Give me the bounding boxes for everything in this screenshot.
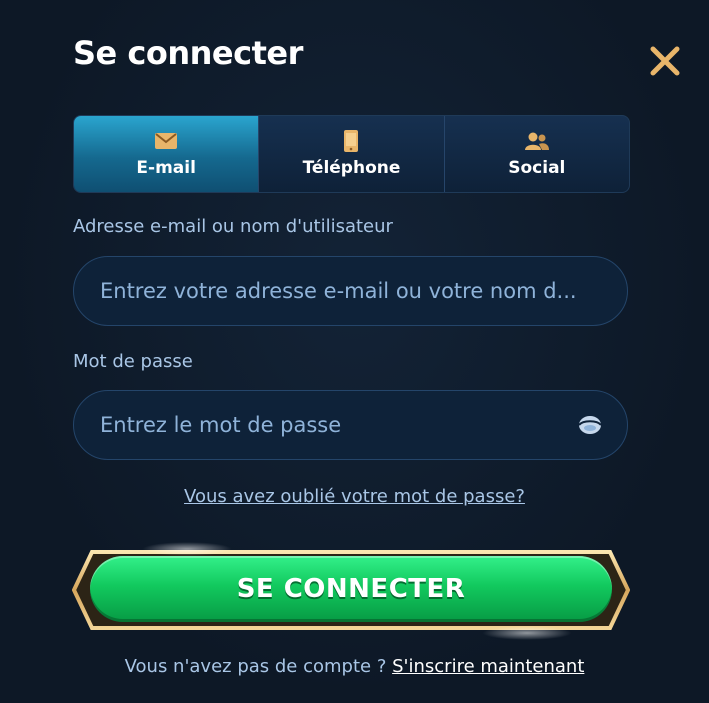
button-sparkle (142, 542, 232, 556)
tab-phone-label: Téléphone (302, 158, 401, 178)
login-button[interactable]: SE CONNECTER (90, 556, 612, 622)
close-icon (650, 46, 680, 76)
email-field-container (73, 256, 628, 326)
tab-email-label: E-mail (136, 158, 196, 178)
phone-icon (343, 130, 359, 152)
tab-social[interactable]: Social (443, 116, 629, 192)
tab-social-label: Social (508, 158, 566, 178)
tab-phone[interactable]: Téléphone (258, 116, 443, 192)
password-field-container (73, 390, 628, 460)
page-title: Se connecter (73, 34, 303, 72)
eye-icon[interactable] (577, 413, 603, 437)
email-label: Adresse e-mail ou nom d'utilisateur (73, 216, 393, 237)
login-method-tabs: E-mail Téléphone Social (73, 115, 630, 193)
email-field[interactable] (98, 278, 603, 304)
signup-prompt: Vous n'avez pas de compte ? S'inscrire m… (0, 656, 709, 677)
tab-email[interactable]: E-mail (74, 116, 259, 192)
password-field[interactable] (98, 412, 577, 438)
signup-prompt-text: Vous n'avez pas de compte ? (124, 656, 393, 677)
button-sparkle (482, 626, 572, 640)
login-button-wrapper: SE CONNECTER (72, 542, 630, 640)
password-label: Mot de passe (73, 351, 193, 372)
signup-link[interactable]: S'inscrire maintenant (392, 656, 584, 677)
envelope-icon (154, 130, 178, 152)
forgot-password-link[interactable]: Vous avez oublié votre mot de passe? (0, 486, 709, 507)
close-button[interactable] (648, 44, 682, 78)
users-icon (524, 130, 550, 152)
